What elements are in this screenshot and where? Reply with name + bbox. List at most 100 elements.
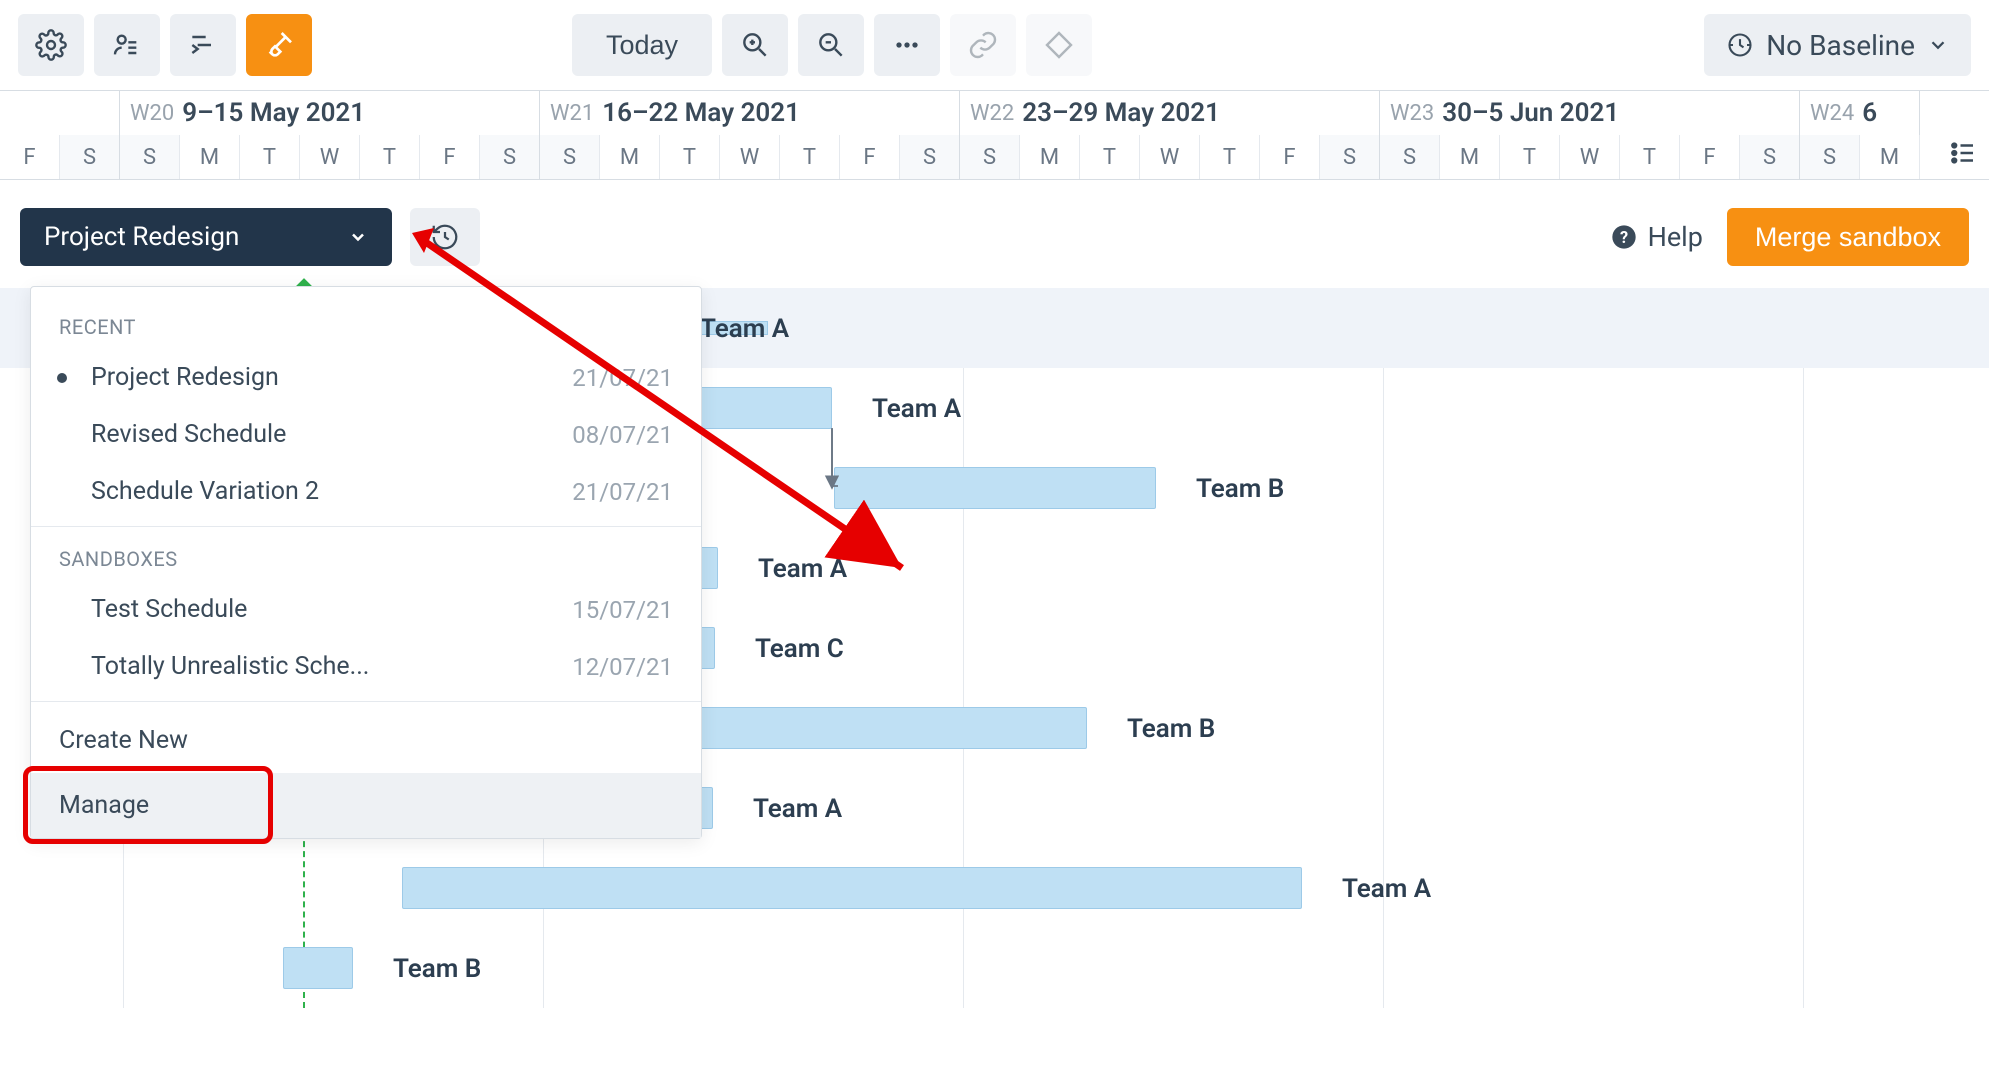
timeline-day-cell: S [1740,135,1800,179]
today-button[interactable]: Today [572,14,712,76]
milestone-button[interactable] [1026,14,1092,76]
zoom-in-icon [739,29,771,61]
zoom-in-button[interactable] [722,14,788,76]
timeline-day-row: FSSMTWTFSSMTWTFSSMTWTFSSMTWTFSSM [0,135,1989,179]
timeline-day-cell: T [780,135,840,179]
diamond-icon [1043,29,1075,61]
timeline-day-cell: T [1080,135,1140,179]
timeline-week-cell: W209–15 May 2021 [120,91,540,135]
timeline-day-cell: S [960,135,1020,179]
gantt-task-bar[interactable] [283,947,353,989]
timeline-day-cell: T [240,135,300,179]
timeline-header: W209–15 May 2021 W2116–22 May 2021 W2223… [0,91,1989,180]
link-icon [967,29,999,61]
gantt-task-bar[interactable] [834,467,1156,509]
timeline-week-cell: W2223–29 May 2021 [960,91,1380,135]
help-button[interactable]: ? Help [1610,221,1703,253]
history-button[interactable] [410,208,480,266]
timeline-day-cell: S [1800,135,1860,179]
dropdown-item[interactable]: Project Redesign21/07/21 [31,349,701,406]
controls-row: Project Redesign RECENT Project Redesign… [0,180,1989,288]
timeline-day-cell: F [1260,135,1320,179]
timeline-day-cell: M [1860,135,1920,179]
gantt-bar-label: Team B [1196,474,1284,504]
dropdown-item[interactable]: Schedule Variation 221/07/21 [31,463,701,520]
dropdown-manage[interactable]: Manage [31,773,701,838]
dig-button[interactable] [246,14,312,76]
toolbar-group-center: Today [572,14,1092,76]
timeline-day-cell: M [1020,135,1080,179]
gantt-bar-label: Team B [1127,714,1215,744]
gear-icon [35,29,67,61]
zoom-out-icon [815,29,847,61]
timeline-day-cell: T [1620,135,1680,179]
gantt-row: Team B [0,928,1989,1008]
timeline-day-cell: W [300,135,360,179]
toolbar-group-left [18,14,312,76]
toc-button[interactable] [1943,133,1983,173]
project-dropdown-trigger[interactable]: Project Redesign [20,208,392,266]
help-label: Help [1648,221,1703,253]
gantt-bar-label: Team A [872,394,961,424]
timeline-day-cell: M [1440,135,1500,179]
help-icon: ? [1610,223,1638,251]
baseline-dropdown[interactable]: No Baseline [1704,14,1971,76]
more-button[interactable] [874,14,940,76]
more-icon [891,29,923,61]
merge-sandbox-button[interactable]: Merge sandbox [1727,208,1969,266]
indent-button[interactable] [170,14,236,76]
timeline-day-cell: S [60,135,120,179]
link-button[interactable] [950,14,1016,76]
dropdown-item[interactable]: Totally Unrealistic Sche...12/07/21 [31,638,701,695]
dropdown-section-sandboxes: SANDBOXES [31,533,701,581]
gantt-bar-label: Team A [700,314,789,344]
timeline-day-cell: T [360,135,420,179]
timeline-week-cell: W246 [1800,91,1920,135]
svg-text:?: ? [1620,228,1628,247]
zoom-out-button[interactable] [798,14,864,76]
timeline-day-cell: W [1560,135,1620,179]
chevron-down-icon [348,227,368,247]
indent-icon [187,29,219,61]
timeline-day-cell: F [0,135,60,179]
baseline-label: No Baseline [1766,29,1915,62]
dropdown-divider [31,526,701,527]
timeline-week-cell [0,91,120,135]
controls-right: ? Help Merge sandbox [1610,208,1969,266]
timeline-day-cell: M [180,135,240,179]
settings-button[interactable] [18,14,84,76]
dropdown-section-recent: RECENT [31,301,701,349]
gantt-task-bar[interactable] [402,867,1302,909]
project-dropdown-label: Project Redesign [44,222,239,252]
timeline-week-cell: W2330–5 Jun 2021 [1380,91,1800,135]
gantt-bar-label: Team A [758,554,847,584]
chevron-down-icon [1927,34,1949,56]
gantt-bar-label: Team B [393,954,481,984]
timeline-day-cell: F [1680,135,1740,179]
dropdown-create-new[interactable]: Create New [31,708,701,773]
timeline-day-cell: T [1200,135,1260,179]
timeline-day-cell: F [840,135,900,179]
gantt-bar-label: Team C [755,634,844,664]
project-dropdown-panel: RECENT Project Redesign21/07/21 Revised … [30,286,702,839]
main-toolbar: Today No Baseline [0,0,1989,91]
timeline-day-cell: S [1320,135,1380,179]
timeline-day-cell: S [480,135,540,179]
history-icon [430,222,460,252]
timeline-day-cell: W [720,135,780,179]
timeline-day-cell: S [900,135,960,179]
timeline-day-cell: M [600,135,660,179]
baseline-icon [1726,31,1754,59]
timeline-day-cell: S [1380,135,1440,179]
timeline-week-cell: W2116–22 May 2021 [540,91,960,135]
controls-left: Project Redesign RECENT Project Redesign… [20,208,480,266]
timeline-day-cell: T [660,135,720,179]
gantt-bar-label: Team A [1342,874,1431,904]
timeline-week-row: W209–15 May 2021 W2116–22 May 2021 W2223… [0,91,1989,135]
dropdown-item[interactable]: Revised Schedule08/07/21 [31,406,701,463]
timeline-day-cell: S [540,135,600,179]
timeline-day-cell: W [1140,135,1200,179]
people-button[interactable] [94,14,160,76]
dropdown-divider [31,701,701,702]
dropdown-item[interactable]: Test Schedule15/07/21 [31,581,701,638]
